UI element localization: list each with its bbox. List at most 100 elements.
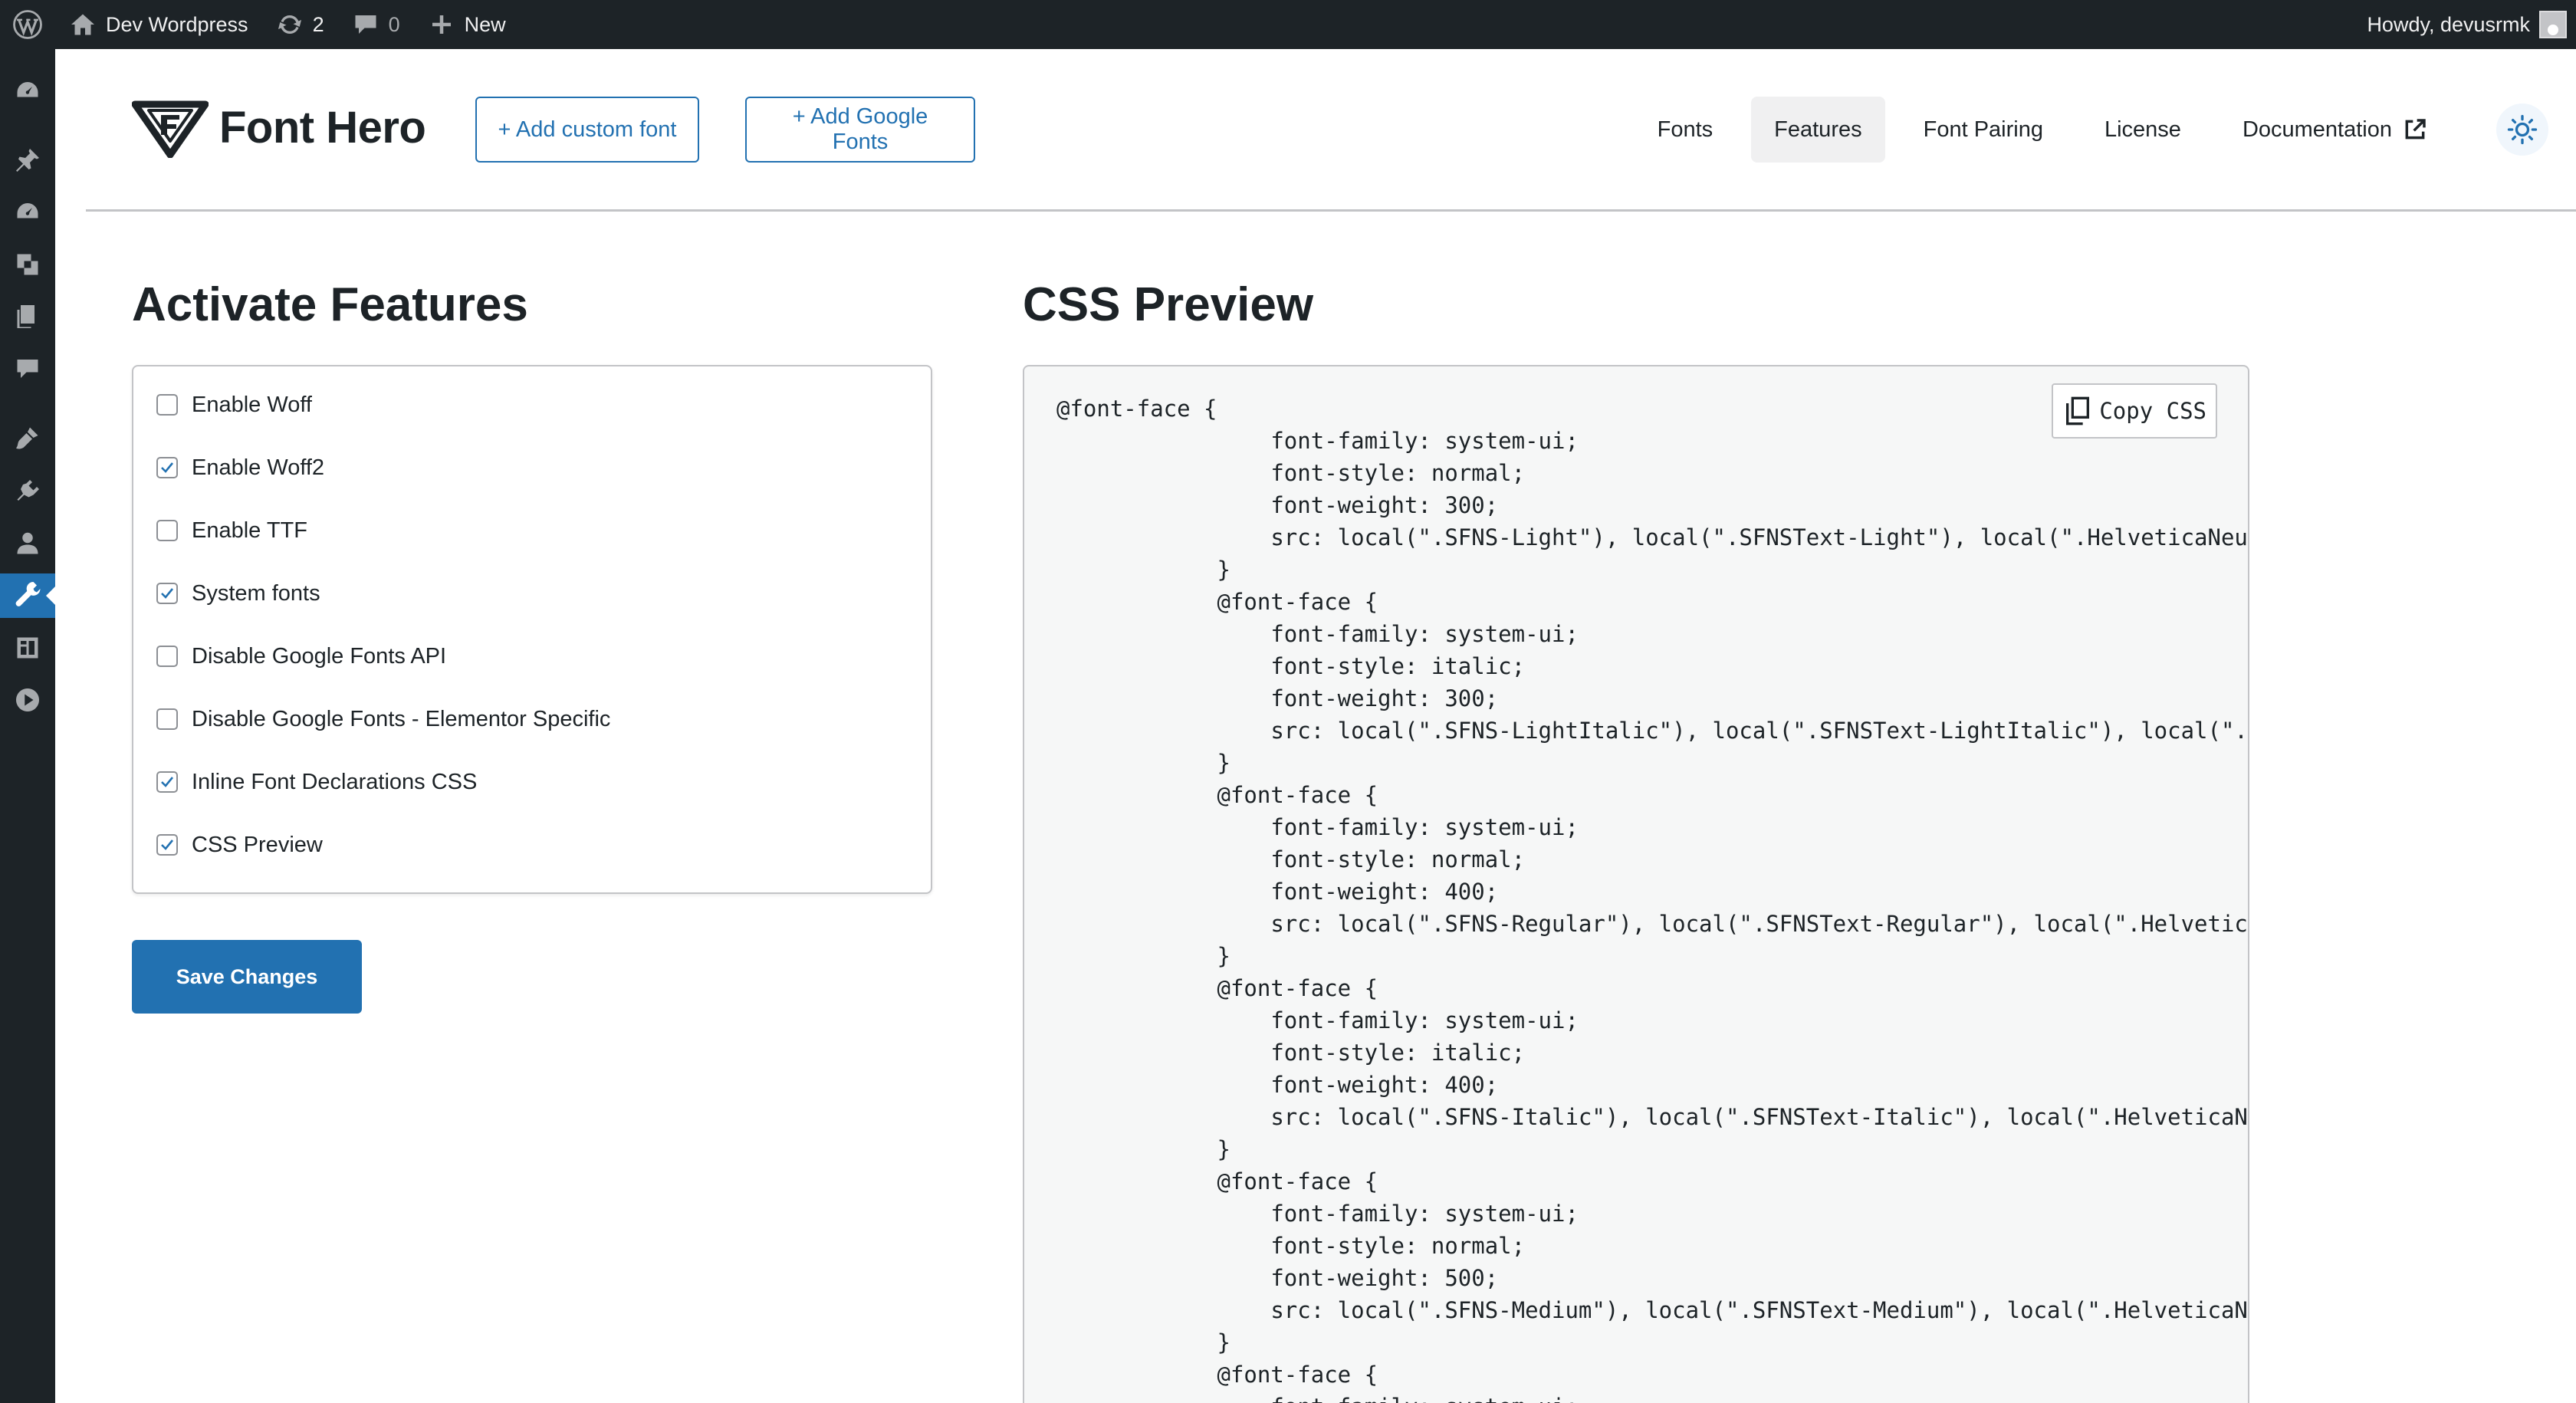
checkbox-enable-ttf[interactable] [156, 520, 178, 541]
code-line: } [1056, 557, 1230, 583]
feature-label: System fonts [192, 580, 320, 606]
checkmark-icon [161, 777, 174, 787]
wordpress-logo-button[interactable] [0, 0, 55, 49]
pages-icon [17, 305, 34, 328]
menu-media-player[interactable] [0, 678, 55, 722]
tab-license[interactable]: License [2082, 97, 2204, 163]
logo-text: Font Hero [219, 102, 426, 153]
tab-features[interactable]: Features [1751, 97, 1885, 163]
plus-icon [432, 15, 451, 34]
checkbox-disable-google-fonts-elementor[interactable] [156, 708, 178, 730]
code-line: font-style: normal; [1056, 846, 1526, 872]
feature-disable-google-fonts-elementor[interactable]: Disable Google Fonts - Elementor Specifi… [156, 704, 610, 734]
menu-posts[interactable] [0, 138, 55, 182]
code-line: font-family: system-ui; [1056, 1007, 1579, 1033]
code-line: font-style: normal; [1056, 460, 1526, 486]
menu-dashboard[interactable] [0, 69, 55, 113]
feature-system-fonts[interactable]: System fonts [156, 578, 320, 609]
code-line: src: local(".SFNS-Regular"), local(".SFN… [1056, 911, 2249, 937]
feature-inline-font-declarations[interactable]: Inline Font Declarations CSS [156, 767, 477, 797]
site-name-link[interactable]: Dev Wordpress [55, 0, 262, 49]
pin-icon [16, 149, 39, 172]
feature-enable-woff[interactable]: Enable Woff [156, 389, 312, 420]
code-line: src: local(".SFNS-Light"), local(".SFNST… [1056, 524, 2249, 550]
greeting: Howdy, devusrmk [2367, 12, 2530, 36]
new-content-link[interactable]: New [414, 0, 520, 49]
code-line: font-family: system-ui; [1056, 1394, 1579, 1403]
tab-fonts[interactable]: Fonts [1635, 97, 1737, 163]
add-custom-font-button[interactable]: + Add custom font [475, 97, 699, 163]
features-title: Activate Features [132, 278, 528, 331]
code-line: @font-face { [1056, 782, 1378, 808]
feature-enable-ttf[interactable]: Enable TTF [156, 515, 307, 546]
css-preview-panel[interactable]: @font-face { font-family: system-ui; fon… [1023, 365, 2249, 1403]
menu-appearance[interactable] [0, 416, 55, 460]
code-line: } [1056, 1329, 1230, 1355]
code-line: font-weight: 300; [1056, 492, 1499, 518]
checkbox-enable-woff[interactable] [156, 394, 178, 416]
css-preview-title: CSS Preview [1023, 278, 1314, 331]
admin-menu [0, 49, 55, 1403]
checkbox-inline-font-declarations[interactable] [156, 771, 178, 793]
menu-gauge[interactable] [0, 190, 55, 235]
code-line: font-style: normal; [1056, 1233, 1526, 1259]
menu-users[interactable] [0, 521, 55, 566]
menu-pages[interactable] [0, 294, 55, 339]
tab-font-pairing[interactable]: Font Pairing [1901, 97, 2066, 163]
menu-plugins[interactable] [0, 469, 55, 514]
code-line: @font-face { [1056, 396, 1217, 422]
feature-enable-woff2[interactable]: Enable Woff2 [156, 452, 324, 483]
menu-comments[interactable] [0, 347, 55, 391]
tab-features-label: Features [1774, 117, 1862, 142]
updates-link[interactable]: 2 [262, 0, 338, 49]
code-line: font-family: system-ui; [1056, 621, 1579, 647]
code-line: font-weight: 400; [1056, 879, 1499, 905]
plugins-icon [17, 480, 39, 501]
feature-label: Disable Google Fonts API [192, 643, 447, 669]
add-google-fonts-button[interactable]: + Add Google Fonts [745, 97, 975, 163]
logo: Font Hero [132, 97, 426, 158]
comments-link[interactable]: 0 [338, 0, 414, 49]
menu-settings[interactable] [0, 626, 55, 670]
feature-label: Enable Woff2 [192, 455, 325, 480]
menu-media[interactable] [0, 242, 55, 287]
checkbox-disable-google-fonts-api[interactable] [156, 646, 178, 667]
feature-label: Enable Woff [192, 392, 312, 417]
feature-label: CSS Preview [192, 832, 323, 857]
code-line: @font-face { [1056, 975, 1378, 1001]
checkbox-system-fonts[interactable] [156, 583, 178, 604]
appearance-icon [16, 427, 38, 449]
admin-bar: Dev Wordpress 2 0 New Howdy, devusrmk [0, 0, 2576, 49]
code-line: } [1056, 1136, 1230, 1162]
theme-toggle-button[interactable] [2496, 104, 2548, 156]
copy-css-label: Copy CSS [2099, 398, 2206, 424]
checkbox-enable-woff2[interactable] [156, 457, 178, 478]
checkbox-css-preview[interactable] [156, 834, 178, 856]
tab-documentation[interactable]: Documentation [2220, 97, 2450, 163]
save-changes-button[interactable]: Save Changes [132, 940, 362, 1014]
my-account-link[interactable]: Howdy, devusrmk [2353, 0, 2576, 49]
wordpress-logo-icon [13, 10, 42, 39]
external-link-icon [2405, 119, 2426, 140]
features-panel: Enable Woff Enable Woff2 Enable TTF Syst… [132, 365, 932, 894]
dashboard-icon [17, 82, 38, 97]
site-name: Dev Wordpress [106, 12, 248, 36]
code-line: font-style: italic; [1056, 653, 1526, 679]
code-line: font-family: system-ui; [1056, 428, 1579, 454]
feature-disable-google-fonts-api[interactable]: Disable Google Fonts API [156, 641, 446, 672]
menu-tools[interactable] [0, 573, 55, 618]
code-line: font-weight: 400; [1056, 1072, 1499, 1098]
comments-count: 0 [388, 12, 400, 36]
code-line: } [1056, 943, 1230, 969]
updates-icon [278, 15, 301, 34]
feature-label: Inline Font Declarations CSS [192, 769, 478, 794]
code-line: src: local(".SFNS-LightItalic"), local("… [1056, 718, 2249, 744]
code-line: font-family: system-ui; [1056, 814, 1579, 840]
font-hero-logo-icon [132, 100, 209, 158]
checkmark-icon [161, 588, 174, 599]
settings-icon [17, 637, 38, 659]
css-code-block[interactable]: @font-face { font-family: system-ui; fon… [1056, 393, 2249, 1403]
copy-css-button[interactable]: Copy CSS [2052, 383, 2217, 439]
code-line: @font-face { [1056, 1362, 1378, 1388]
feature-css-preview[interactable]: CSS Preview [156, 830, 323, 860]
